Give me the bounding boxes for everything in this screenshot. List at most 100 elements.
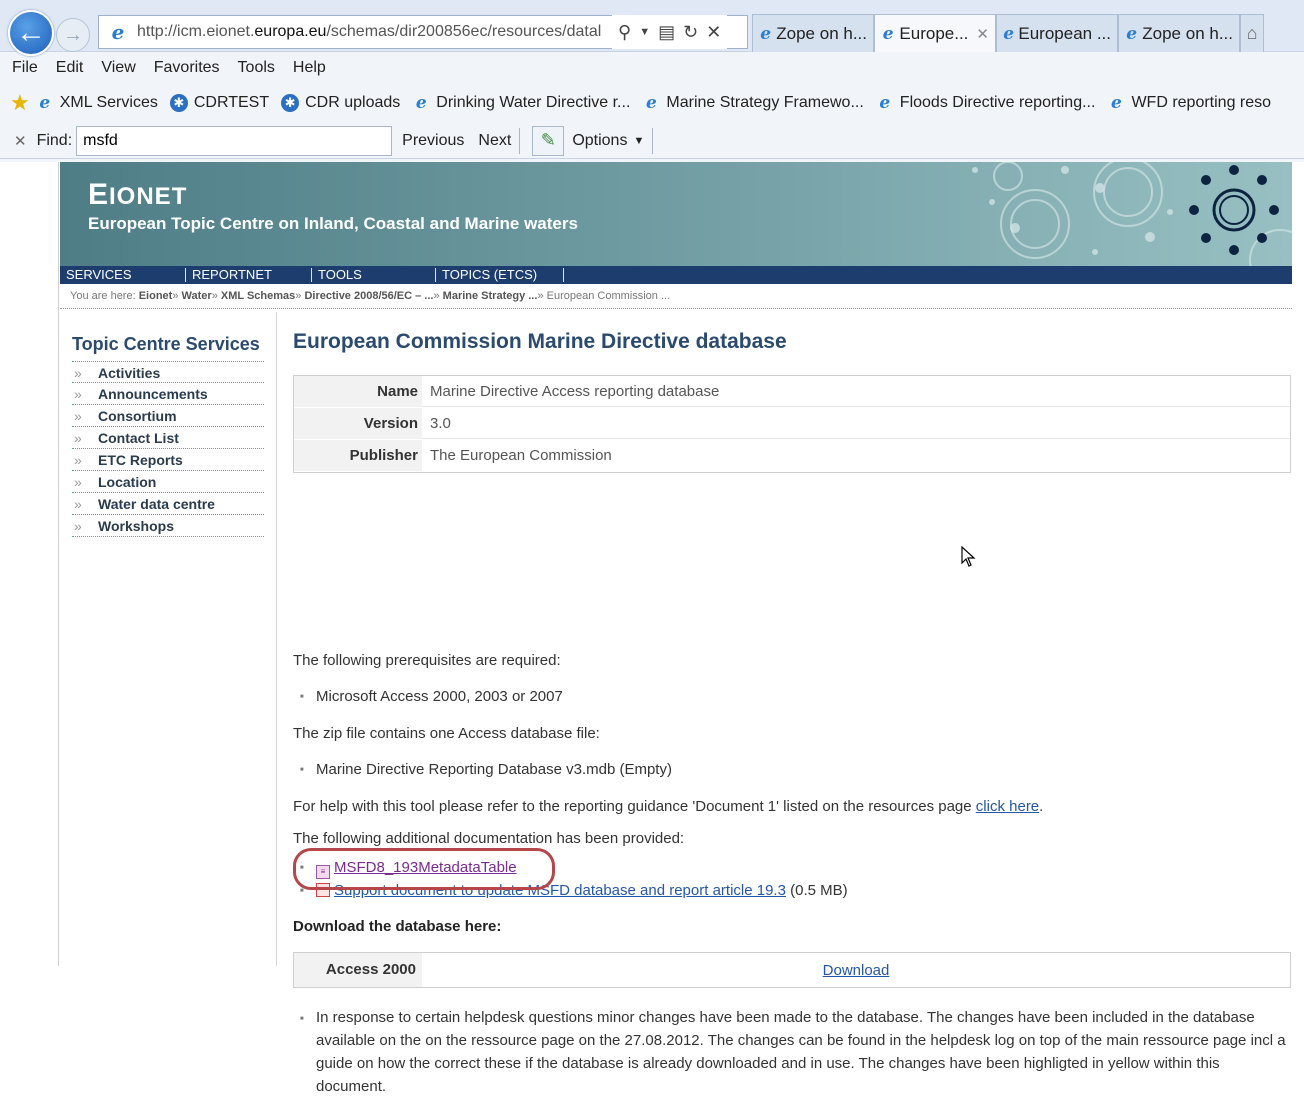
menu-help[interactable]: Help (293, 59, 326, 77)
fav-marine-strategy[interactable]: e Marine Strategy Framewo... (642, 93, 864, 113)
fav-label: XML Services (59, 94, 158, 111)
favorites-star-icon[interactable]: ★ (10, 90, 30, 116)
download-table: Access 2000 Download (293, 952, 1291, 988)
breadcrumb-prefix: You are here: (70, 290, 136, 302)
fav-label: Marine Strategy Framewo... (666, 94, 864, 111)
web-page: EIONET European Topic Centre on Inland, … (0, 162, 1304, 1095)
site-subtitle: European Topic Centre on Inland, Coastal… (88, 214, 578, 233)
gear-icon: ✱ (169, 94, 188, 112)
leftnav-workshops[interactable]: Workshops (72, 515, 264, 537)
gear-icon: ✱ (281, 94, 300, 112)
download-link[interactable]: Download (823, 962, 890, 979)
download-key: Access 2000 (294, 953, 422, 987)
refresh-icon[interactable]: ↻ (683, 22, 698, 43)
url-domain: europa.eu (254, 23, 327, 40)
tab-zope-1[interactable]: e Zope on h... (752, 14, 874, 52)
breadcrumb-current: European Commission ... (546, 290, 671, 302)
ie-tab-icon: e (1003, 23, 1015, 44)
leftnav-activities[interactable]: Activities (72, 361, 264, 384)
site-title[interactable]: EIONET (88, 178, 187, 212)
fav-label: Floods Directive reporting... (899, 94, 1096, 111)
address-row: ← → e http://icm.eionet. europa.eu/schema… (0, 0, 1304, 56)
menu-view[interactable]: View (101, 59, 135, 77)
ie-page-icon: e (111, 20, 125, 44)
leftnav-announcements[interactable]: Announcements (72, 383, 264, 405)
ie-fav-icon: e (39, 93, 51, 113)
highlight-pen-icon[interactable]: ✎ (532, 125, 565, 156)
eionet-logo-icon (972, 162, 1292, 266)
left-navigation: Topic Centre Services Activities Announc… (72, 334, 264, 537)
menu-edit[interactable]: Edit (56, 59, 84, 77)
help-paragraph: For help with this tool please refer to … (293, 798, 1043, 815)
search-icon[interactable]: ⚲ (618, 22, 631, 43)
fav-floods-directive[interactable]: e Floods Directive reporting... (876, 93, 1096, 113)
menu-bar: File Edit View Favorites Tools Help (0, 53, 1304, 83)
ie-tab-icon: e (1126, 23, 1138, 44)
menu-favorites[interactable]: Favorites (154, 59, 220, 77)
ie-fav-icon: e (879, 93, 891, 113)
leftnav-consortium[interactable]: Consortium (72, 405, 264, 427)
menu-tools[interactable]: Tools (238, 59, 275, 77)
top-navigation: SERVICES REPORTNET TOOLS TOPICS (ETCS) (60, 266, 1292, 284)
back-arrow-icon: ← (16, 16, 46, 49)
prereq-intro: The following prerequisites are required… (293, 652, 561, 669)
breadcrumb-item[interactable]: Directive 2008/56/EC – ... (304, 290, 433, 302)
topnav-services[interactable]: SERVICES (60, 268, 186, 282)
main-content: European Commission Marine Directive dat… (293, 330, 1293, 1095)
leftnav-contact-list[interactable]: Contact List (72, 427, 264, 449)
prereq-item-text: Microsoft Access 2000, 2003 or 2007 (316, 688, 563, 705)
tab-label: Zope on h... (1142, 23, 1233, 43)
metadata-table: Name Marine Directive Access reporting d… (293, 375, 1291, 473)
leftnav-etc-reports[interactable]: ETC Reports (72, 449, 264, 471)
find-options-button[interactable]: Options (572, 132, 627, 150)
menu-file[interactable]: File (12, 59, 38, 77)
ie-fav-icon: e (1111, 93, 1122, 113)
topnav-topics[interactable]: TOPICS (ETCS) (436, 268, 564, 282)
find-close-icon[interactable]: ✕ (14, 132, 27, 150)
forward-button[interactable]: → (56, 18, 90, 52)
find-previous-button[interactable]: Previous (402, 132, 464, 150)
leftnav-water-data-centre[interactable]: Water data centre (72, 493, 264, 515)
fav-label: Drinking Water Directive r... (436, 94, 631, 111)
back-button[interactable]: ← (8, 10, 54, 56)
zip-intro: The zip file contains one Access databas… (293, 725, 600, 742)
fav-cdrtest[interactable]: ✱ CDRTEST (169, 94, 270, 112)
stop-icon[interactable]: ✕ (706, 22, 721, 43)
options-dropdown-icon[interactable]: ▼ (633, 135, 644, 147)
fav-wfd-reporting[interactable]: e WFD reporting reso (1107, 93, 1271, 113)
compatibility-view-icon[interactable]: ▤ (658, 22, 675, 43)
tab-european[interactable]: e European ... (996, 14, 1118, 52)
breadcrumb-item[interactable]: Eionet (139, 290, 173, 302)
tab-zope-2[interactable]: e Zope on h... (1118, 14, 1240, 52)
breadcrumb-item[interactable]: Marine Strategy ... (443, 290, 538, 302)
metadata-row-name: Name Marine Directive Access reporting d… (294, 376, 1290, 407)
download-heading: Download the database here: (293, 918, 502, 935)
metadata-key: Publisher (294, 440, 422, 471)
topnav-tools[interactable]: TOOLS (312, 268, 436, 282)
metadata-row-publisher: Publisher The European Commission (294, 440, 1290, 471)
leftnav-title: Topic Centre Services (72, 334, 260, 354)
dropdown-arrow-icon[interactable]: ▼ (639, 26, 650, 38)
download-cell: Download (422, 962, 1290, 979)
tab-strip: e Zope on h... e Europe... ✕ e European ... … (752, 14, 1264, 52)
fav-xml-services[interactable]: e XML Services (36, 93, 158, 113)
leftnav-location[interactable]: Location (72, 471, 264, 493)
helpdesk-note-text: In response to certain helpdesk question… (316, 1009, 1286, 1095)
breadcrumb-item[interactable]: Water (182, 290, 212, 302)
fav-label: CDRTEST (193, 94, 270, 111)
tab-label: Europe... (899, 23, 969, 43)
tab-europe-active[interactable]: e Europe... ✕ (874, 14, 996, 52)
find-input[interactable] (76, 125, 393, 156)
topnav-reportnet[interactable]: REPORTNET (186, 268, 312, 282)
fav-drinking-water[interactable]: e Drinking Water Directive r... (412, 93, 631, 113)
find-next-button[interactable]: Next (478, 132, 511, 150)
breadcrumb-item[interactable]: XML Schemas (221, 290, 295, 302)
support-document-size: (0.5 MB) (790, 882, 848, 899)
find-label: Find: (36, 131, 73, 149)
zip-item: Marine Directive Reporting Database v3.m… (300, 761, 672, 778)
fav-cdr-uploads[interactable]: ✱ CDR uploads (281, 94, 400, 112)
forward-arrow-icon: → (63, 23, 83, 46)
tab-close-icon[interactable]: ✕ (976, 25, 989, 43)
click-here-link[interactable]: click here (976, 798, 1039, 815)
new-tab-button[interactable]: ⌂ (1240, 14, 1264, 52)
